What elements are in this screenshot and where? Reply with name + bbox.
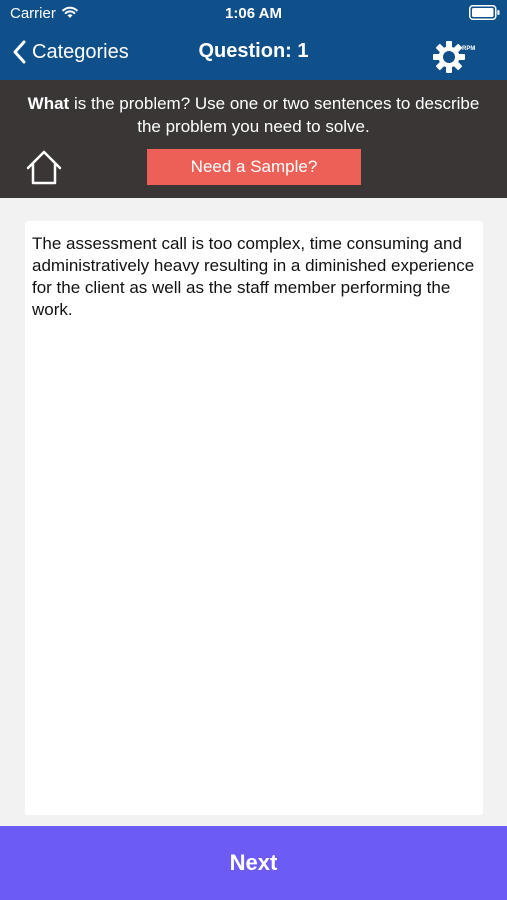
question-prompt: What is the problem? Use one or two sent… xyxy=(20,92,487,138)
question-panel: What is the problem? Use one or two sent… xyxy=(0,80,507,198)
status-time: 1:06 AM xyxy=(225,5,282,22)
question-prompt-lead: What xyxy=(27,94,70,113)
answer-text-area[interactable]: The assessment call is too complex, time… xyxy=(25,221,483,815)
page-title: Question: 1 xyxy=(198,40,309,62)
back-button[interactable]: Categories xyxy=(12,36,129,68)
gear-icon xyxy=(433,41,465,73)
home-icon[interactable] xyxy=(25,148,63,186)
question-prompt-body: is the problem? Use one or two sentences… xyxy=(69,94,480,136)
battery-icon xyxy=(469,5,500,20)
top-bar: Carrier 1:06 AM Categories Question: 1 R… xyxy=(0,0,507,80)
chevron-left-icon xyxy=(13,40,26,64)
need-sample-button[interactable]: Need a Sample? xyxy=(147,149,361,185)
next-button[interactable]: Next xyxy=(0,826,507,900)
back-button-label: Categories xyxy=(32,40,129,63)
settings-button[interactable]: RPM xyxy=(432,40,486,76)
logo-text: RPM xyxy=(462,46,476,52)
status-bar: Carrier 1:06 AM xyxy=(0,0,507,28)
